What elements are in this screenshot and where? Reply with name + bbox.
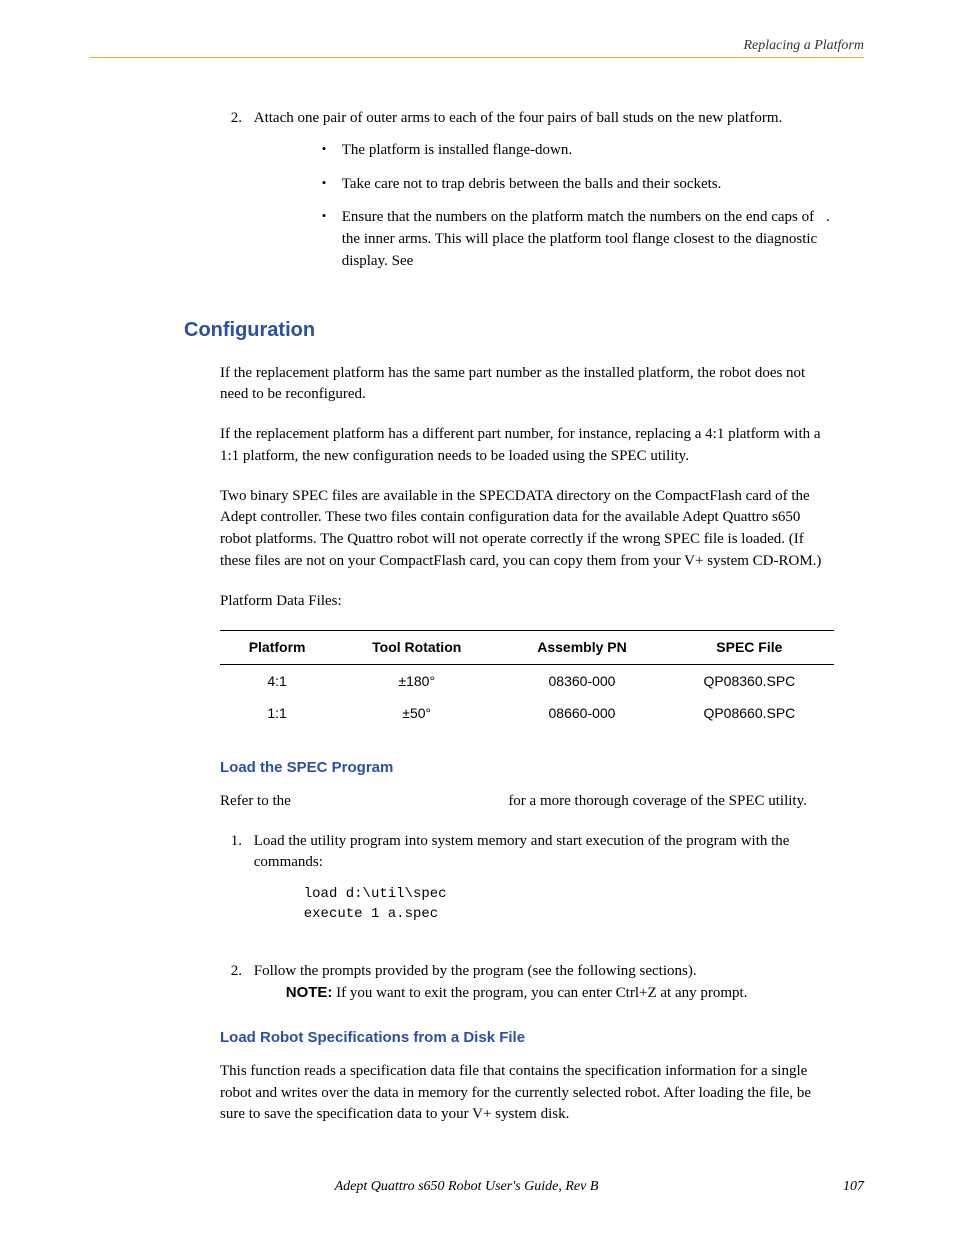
heading-spec: Load the SPEC Program bbox=[220, 757, 834, 779]
note-label: NOTE: bbox=[286, 984, 333, 1001]
bullet-2: • Take care not to trap debris between t… bbox=[322, 174, 830, 196]
spec-table: Platform Tool Rotation Assembly PN SPEC … bbox=[220, 630, 834, 729]
th-assembly: Assembly PN bbox=[499, 631, 665, 664]
th-specfile: SPEC File bbox=[665, 631, 834, 664]
para-config-2: If the replacement platform has a differ… bbox=[220, 424, 834, 468]
th-rotation: Tool Rotation bbox=[334, 631, 499, 664]
ol-text-1: Load the utility program into system mem… bbox=[254, 833, 790, 871]
bullet-1: • The platform is installed flange-down. bbox=[322, 140, 830, 162]
ol-item-2: 2. Follow the prompts provided by the pr… bbox=[220, 961, 834, 1006]
bullet-3: • Ensure that the numbers on the platfor… bbox=[322, 207, 830, 272]
step-2-text: Attach one pair of outer arms to each of… bbox=[254, 110, 783, 126]
cell-specfile-1: QP08660.SPC bbox=[665, 697, 834, 729]
cell-specfile-0: QP08360.SPC bbox=[665, 664, 834, 697]
page-header-title: Replacing a Platform bbox=[90, 38, 864, 57]
cell-rotation-1: ±50° bbox=[334, 697, 499, 729]
page-footer: Adept Quattro s650 Robot User's Guide, R… bbox=[0, 1179, 954, 1195]
heading-config: Configuration bbox=[184, 316, 834, 345]
th-platform: Platform bbox=[220, 631, 334, 664]
heading-robot: Load Robot Specifications from a Disk Fi… bbox=[220, 1027, 834, 1049]
cell-assembly-0: 08360-000 bbox=[499, 664, 665, 697]
para-config-3: Two binary SPEC files are available in t… bbox=[220, 486, 834, 573]
cell-rotation-0: ±180° bbox=[334, 664, 499, 697]
ol-item-1: 1. Load the utility program into system … bbox=[220, 831, 834, 943]
para-config-1: If the replacement platform has the same… bbox=[220, 363, 834, 407]
para-robot: This function reads a specification data… bbox=[220, 1061, 834, 1126]
cell-platform-1: 1:1 bbox=[220, 697, 334, 729]
para-spec-pre: Refer to the for a more thorough coverag… bbox=[220, 791, 834, 813]
note-text: If you want to exit the program, you can… bbox=[336, 985, 747, 1001]
code-block: load d:\util\spec execute 1 a.spec bbox=[304, 884, 830, 925]
page-number: 107 bbox=[843, 1179, 864, 1195]
cell-assembly-1: 08660-000 bbox=[499, 697, 665, 729]
cell-platform-0: 4:1 bbox=[220, 664, 334, 697]
ol-text-2: Follow the prompts provided by the progr… bbox=[254, 963, 697, 979]
step-2: 2. Attach one pair of outer arms to each… bbox=[220, 108, 834, 288]
para-config-4: Platform Data Files: bbox=[220, 591, 834, 613]
footer-title: Adept Quattro s650 Robot User's Guide, R… bbox=[335, 1179, 599, 1194]
